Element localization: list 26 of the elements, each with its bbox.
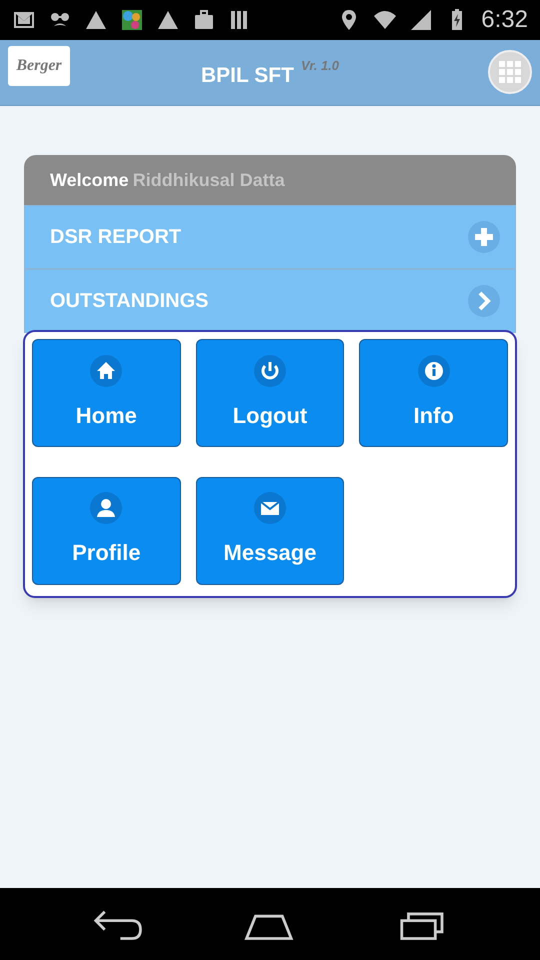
signal-icon [409,8,434,32]
grid-icon [499,61,521,83]
info-icon [418,354,450,386]
envelope-icon [254,492,286,524]
plus-icon [468,221,500,253]
home-icon [90,354,122,386]
menu-tile-button[interactable]: Profile [32,476,181,584]
user-name: Riddhikusal Datta [132,168,285,192]
accordion-header[interactable]: DSR REPORT [24,205,516,269]
app-title: BPIL SFT [200,62,294,89]
menu-tile-button[interactable]: Logout [196,339,344,447]
menu-tile-button[interactable]: Info [359,339,508,447]
menu-tile-button[interactable]: Message [196,476,344,584]
app-icon [120,8,144,32]
accordion-label: OUTSTANDINGS [50,289,209,314]
logo: Berger [8,46,70,86]
welcome-label: Welcome [50,168,129,192]
briefcase-icon [192,8,216,32]
accordion-header[interactable]: OUTSTANDINGS [24,269,516,333]
chevron-right-icon [468,285,500,317]
version-label: Vr. 1.0 [300,57,340,75]
menu-tile-button[interactable]: Home [32,339,181,447]
power-icon [254,354,286,386]
accordion-label: DSR REPORT [50,225,182,250]
person-icon [90,492,122,524]
clock: 6:32 [481,5,528,35]
